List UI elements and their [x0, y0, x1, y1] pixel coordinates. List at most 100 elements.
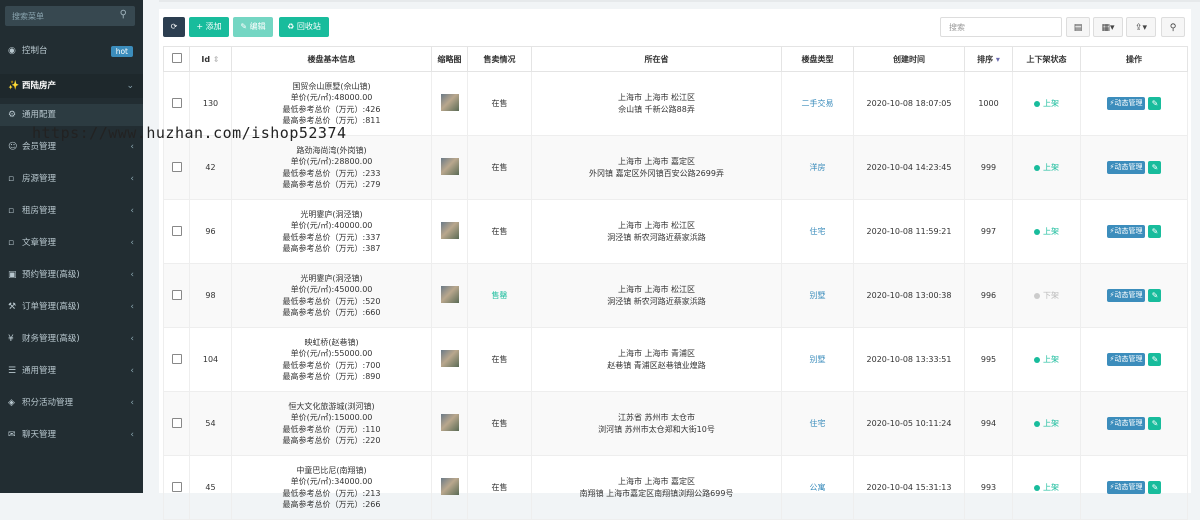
sale-status: 在售 [491, 355, 508, 364]
search-toggle-button[interactable]: ⚲ [1161, 17, 1185, 37]
row-edit-button[interactable]: ✎ [1148, 97, 1162, 110]
address-region: 上海市 上海市 嘉定区 [617, 477, 696, 486]
edit-button[interactable]: ✎ 编辑 [233, 17, 273, 37]
search-icon[interactable]: ⚲ [120, 9, 127, 20]
refresh-button[interactable]: ⟳ [163, 17, 185, 37]
table-row[interactable]: 45 中童巴比尼(南翔镇) 单价(元/㎡):34000.00 最低参考总价（万元）:2… [163, 455, 1188, 520]
dynamic-manage-button[interactable]: ⚡动态管理 [1106, 97, 1146, 110]
row-checkbox[interactable] [171, 225, 182, 236]
sale-status: 在售 [491, 99, 508, 108]
table-row[interactable]: 104 映虹桥(赵巷镇) 单价(元/㎡):55000.00 最低参考总价（万元）:70… [163, 327, 1188, 392]
sidebar-section-xilu[interactable]: ✨ 西陆房产 ⌄ [0, 74, 143, 98]
thumbnail-image[interactable] [440, 286, 459, 303]
row-edit-button[interactable]: ✎ [1148, 225, 1162, 238]
cell-info: 光明霎庐(洞泾镇) 单价(元/㎡):45000.00 最低参考总价（万元）:520 最… [231, 263, 432, 328]
sidebar-item-orders[interactable]: ⚒ 订单管理(高级) ‹ [0, 296, 143, 318]
sidebar-item-listings[interactable]: ▫ 房源管理 ‹ [0, 168, 143, 190]
thumbnail-image[interactable] [440, 414, 459, 431]
column-header-status: 上下架状态 [1012, 46, 1081, 72]
sidebar-item-label: 财务管理(高级) [22, 334, 80, 344]
cell-status[interactable]: 上架 [1012, 199, 1081, 264]
toggle-view-button[interactable]: ▤ [1066, 17, 1090, 37]
row-checkbox[interactable] [171, 481, 182, 492]
sidebar-item-finance[interactable]: ¥ 财务管理(高级) ‹ [0, 328, 143, 350]
listing-unit-price: 单价(元/㎡):55000.00 [290, 349, 373, 358]
column-header-sort[interactable]: 排序 ▾ [964, 46, 1013, 72]
dynamic-manage-button[interactable]: ⚡动态管理 [1106, 161, 1146, 174]
sidebar-search-input[interactable]: 搜索菜单 ⚲ [5, 6, 135, 26]
magic-icon: ✨ [8, 81, 20, 91]
cell-status[interactable]: 上架 [1012, 455, 1081, 520]
sidebar-item-articles[interactable]: ▫ 文章管理 ‹ [0, 232, 143, 254]
row-checkbox[interactable] [171, 417, 182, 428]
thumbnail-image[interactable] [440, 94, 459, 111]
cell-status[interactable]: 上架 [1012, 327, 1081, 392]
sidebar-item-rentals[interactable]: ▫ 租房管理 ‹ [0, 200, 143, 222]
address-detail: 浏河镇 苏州市太仓郑和大街10号 [598, 424, 715, 434]
thumbnail-image[interactable] [440, 222, 459, 239]
listing-type[interactable]: 住宅 [810, 419, 826, 428]
sidebar-item-points[interactable]: ◈ 积分活动管理 ‹ [0, 392, 143, 414]
listing-type[interactable]: 洋房 [810, 163, 826, 172]
columns-dropdown-button[interactable]: ▦▾ [1093, 17, 1123, 37]
listing-type[interactable]: 别墅 [810, 355, 826, 364]
table-row[interactable]: 54 恒大文化旅游城(浏河镇) 单价(元/㎡):15000.00 最低参考总价（万元）… [163, 391, 1188, 456]
cell-thumb [431, 327, 468, 392]
cell-type: 住宅 [781, 391, 854, 456]
add-button[interactable]: + 添加 [189, 17, 229, 37]
export-dropdown-button[interactable]: ⇪▾ [1126, 17, 1156, 37]
table-row[interactable]: 98 光明霎庐(洞泾镇) 单价(元/㎡):45000.00 最低参考总价（万元）:52… [163, 263, 1188, 328]
listing-max-total: 最高参考总价（万元）:220 [282, 436, 381, 445]
column-header-id[interactable]: Id ⇕ [189, 46, 232, 72]
sidebar-search-placeholder: 搜索菜单 [12, 12, 44, 21]
cell-type: 公寓 [781, 455, 854, 520]
table-row[interactable]: 42 路劲海尚湾(外岗镇) 单价(元/㎡):28800.00 最低参考总价（万元）:2… [163, 135, 1188, 200]
cell-type: 别墅 [781, 327, 854, 392]
row-edit-button[interactable]: ✎ [1148, 481, 1162, 494]
row-checkbox[interactable] [171, 289, 182, 300]
sale-status: 售罄 [491, 291, 508, 300]
dynamic-manage-button[interactable]: ⚡动态管理 [1106, 289, 1146, 302]
thumbnail-image[interactable] [440, 478, 459, 495]
row-edit-button[interactable]: ✎ [1148, 289, 1162, 302]
cell-status[interactable]: 上架 [1012, 391, 1081, 456]
dynamic-manage-button[interactable]: ⚡动态管理 [1106, 417, 1146, 430]
search-icon: ⚲ [1169, 23, 1177, 33]
cell-status[interactable]: 上架 [1012, 135, 1081, 200]
cell-status[interactable]: 下架 [1012, 263, 1081, 328]
sidebar-item-dashboard[interactable]: ◉ 控制台 hot [0, 40, 143, 62]
row-edit-button[interactable]: ✎ [1148, 417, 1162, 430]
cell-type: 住宅 [781, 199, 854, 264]
cell-sale: 在售 [467, 455, 532, 520]
cell-sort: 993 [964, 455, 1013, 520]
row-checkbox[interactable] [171, 161, 182, 172]
table-search-input[interactable]: 搜索 [940, 17, 1062, 37]
listing-min-total: 最低参考总价（万元）:426 [282, 104, 381, 114]
sidebar-item-common[interactable]: ☰ 通用管理 ‹ [0, 360, 143, 382]
listing-type[interactable]: 住宅 [810, 227, 826, 236]
thumbnail-image[interactable] [440, 350, 459, 367]
cell-status[interactable]: 上架 [1012, 71, 1081, 136]
pencil-icon: ✎ [1151, 483, 1159, 492]
recycle-bin-button[interactable]: ♻ 回收站 [279, 17, 329, 37]
listing-max-total: 最高参考总价（万元）:279 [282, 180, 381, 189]
listing-type[interactable]: 公寓 [810, 483, 826, 492]
sidebar-item-general-config[interactable]: ⚙ 通用配置 [0, 104, 143, 126]
dynamic-manage-button[interactable]: ⚡动态管理 [1106, 353, 1146, 366]
sidebar-item-chat[interactable]: ✉ 聊天管理 ‹ [0, 424, 143, 446]
dynamic-manage-button[interactable]: ⚡动态管理 [1106, 225, 1146, 238]
dynamic-manage-button[interactable]: ⚡动态管理 [1106, 481, 1146, 494]
listing-type[interactable]: 二手交易 [802, 99, 834, 108]
listing-name: 国贸佘山原墅(佘山镇) [292, 81, 371, 91]
table-row[interactable]: 96 光明霎庐(洞泾镇) 单价(元/㎡):40000.00 最低参考总价（万元）:33… [163, 199, 1188, 264]
column-header-sale: 售卖情况 [467, 46, 532, 72]
row-checkbox[interactable] [171, 97, 182, 108]
thumbnail-image[interactable] [440, 158, 459, 175]
sidebar-item-appointments[interactable]: ▣ 预约管理(高级) ‹ [0, 264, 143, 286]
listing-type[interactable]: 别墅 [810, 291, 826, 300]
select-all-checkbox[interactable] [171, 53, 182, 63]
row-edit-button[interactable]: ✎ [1148, 353, 1162, 366]
row-checkbox[interactable] [171, 353, 182, 364]
column-header-created: 创建时间 [853, 46, 965, 72]
row-edit-button[interactable]: ✎ [1148, 161, 1162, 174]
